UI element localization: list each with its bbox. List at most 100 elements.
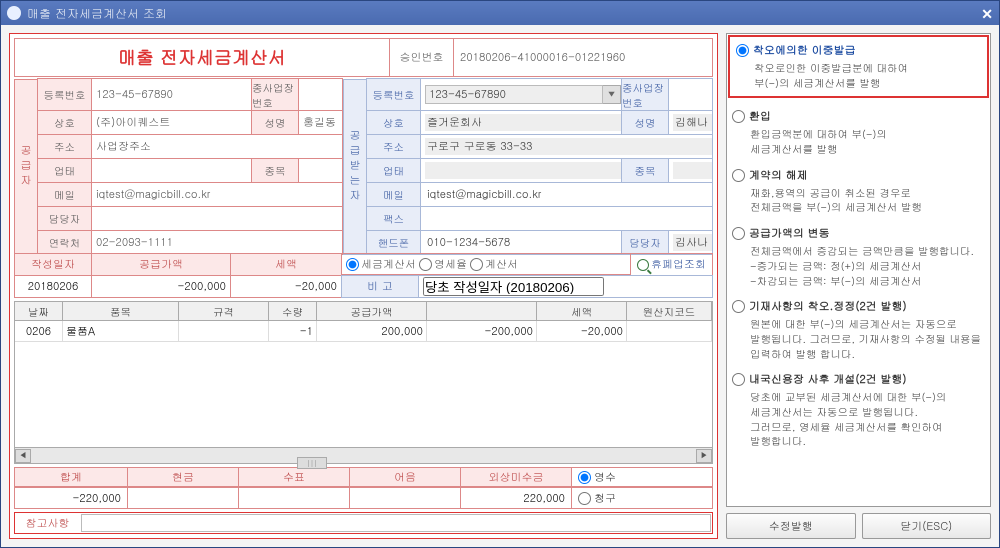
cell-supply[interactable]: 200,000: [317, 321, 427, 342]
option-local-lc[interactable]: 내국신용장 사후 개설(2건 발행): [732, 372, 985, 387]
buyer-fax-label: 팩스: [366, 206, 421, 231]
grid-header-spec: 규격: [179, 302, 269, 320]
option-return[interactable]: 환입: [732, 109, 985, 124]
doc-tax: -20,000: [230, 275, 342, 298]
supplier-mail-label: 메일: [37, 182, 92, 207]
total-cash: [127, 487, 239, 509]
buyer-item-label: 종목: [621, 158, 669, 183]
buyer-mgr-label: 담당자: [621, 230, 669, 255]
option-supply-change[interactable]: 공급가액의 변동: [732, 226, 985, 241]
app-icon: [7, 6, 21, 20]
supplier-reg-label: 등록번호: [37, 78, 92, 111]
buyer-ceo-label: 성명: [621, 110, 669, 135]
supplier-tel: 02-2093-1111: [91, 230, 343, 255]
total-check: [238, 487, 350, 509]
buyer-mgr-input[interactable]: [673, 234, 712, 251]
option-contract-cancel[interactable]: 계약의 해제: [732, 168, 985, 183]
chevron-down-icon[interactable]: ▼: [603, 85, 621, 104]
supplier-biz: [91, 158, 252, 183]
buyer-biz-input[interactable]: [425, 162, 621, 179]
reference-note-label: 참고사항: [15, 513, 80, 533]
revised-issue-button[interactable]: 수정발행: [726, 513, 856, 539]
radio-zero-rate[interactable]: 영세율: [419, 257, 467, 272]
supplier-item: [298, 158, 343, 183]
buyer-addr-input[interactable]: [425, 138, 712, 155]
horizontal-scrollbar[interactable]: ◀ ||| ▶: [14, 448, 713, 464]
options-panel: 착오에의한 이중발급 착오로인한 이중발급분에 대하여 부(-)의 세금계산서를…: [726, 33, 991, 507]
option-radio-2[interactable]: [732, 110, 745, 123]
cell-origin[interactable]: [627, 321, 712, 342]
supplier-biz-label: 업태: [37, 158, 92, 183]
supplier-mail: iqtest@magicbill.co.kr: [91, 182, 343, 207]
supplier-addr-label: 주소: [37, 134, 92, 159]
buyer-biz-label: 업태: [366, 158, 421, 183]
buyer-reg-input[interactable]: [425, 85, 603, 104]
radio-tax-invoice[interactable]: 세금계산서: [346, 257, 416, 272]
collection-type-group: 영수: [571, 467, 713, 487]
option-radio-4[interactable]: [732, 227, 745, 240]
buyer-section: 공급받는자: [343, 79, 367, 255]
doc-remark-label: 비 고: [341, 275, 419, 298]
options-selected-box: 착오에의한 이중발급 착오로인한 이중발급분에 대하여 부(-)의 세금계산서를…: [728, 35, 989, 98]
buyer-item-input[interactable]: [673, 162, 712, 179]
reference-note-input[interactable]: [81, 514, 711, 532]
option-radio-6[interactable]: [732, 373, 745, 386]
buyer-mail-input[interactable]: [425, 186, 712, 203]
buyer-branch-label: 종사업장번호: [621, 78, 669, 111]
buyer-hp-label: 핸드폰: [366, 230, 421, 255]
option-desc-6: 당초에 교부된 세금계산서에 대한 부(-)의 세금계산서는 자동으로 발행됩니…: [732, 390, 985, 449]
grid-header-supply2: [427, 302, 537, 320]
total-credit-label: 외상미수금: [460, 467, 572, 487]
option-radio-5[interactable]: [732, 300, 745, 313]
doc-tax-label: 세액: [230, 253, 342, 276]
doc-remark-input[interactable]: [423, 277, 604, 296]
buyer-ceo-input[interactable]: [673, 114, 712, 131]
supplier-addr: 사업장주소: [91, 134, 343, 159]
buyer-name-input[interactable]: [425, 114, 621, 131]
buyer-fax-input[interactable]: [425, 210, 712, 227]
total-note: [349, 487, 461, 509]
doc-supply-label: 공급가액: [91, 253, 231, 276]
scroll-thumb[interactable]: |||: [297, 457, 327, 469]
supplier-branch: [298, 78, 343, 111]
supplier-tel-label: 연락처: [37, 230, 92, 255]
buyer-name-label: 상호: [366, 110, 421, 135]
search-icon: [637, 259, 649, 271]
close-icon[interactable]: ✕: [981, 3, 993, 23]
close-button[interactable]: 닫기(ESC): [862, 513, 992, 539]
cell-tax[interactable]: -20,000: [537, 321, 627, 342]
cell-supply2[interactable]: -200,000: [427, 321, 537, 342]
cell-qty[interactable]: -1: [269, 321, 317, 342]
scroll-right-icon[interactable]: ▶: [696, 449, 712, 463]
grid-header-tax: 세액: [537, 302, 627, 320]
option-desc-1: 착오로인한 이중발급분에 대하여 부(-)의 세금계산서를 발행: [736, 61, 981, 90]
cell-item[interactable]: 물품A: [63, 321, 179, 342]
option-duplicate-issue[interactable]: 착오에의한 이중발급: [736, 43, 981, 58]
grid-body[interactable]: 0206 물품A -1 200,000 -200,000 -20,000: [14, 321, 713, 448]
titlebar[interactable]: 매출 전자세금계산서 조회 ✕: [1, 1, 999, 25]
buyer-branch: [668, 78, 713, 111]
business-status-lookup-button[interactable]: 휴폐업조회: [630, 253, 713, 276]
option-error-correction[interactable]: 기재사항의 착오.정정(2건 발행): [732, 299, 985, 314]
grid-header-supply: 공급가액: [317, 302, 427, 320]
option-radio-3[interactable]: [732, 169, 745, 182]
cell-date[interactable]: 0206: [15, 321, 63, 342]
buyer-hp-input[interactable]: [425, 234, 621, 251]
total-sum-label: 합계: [14, 467, 128, 487]
cell-spec[interactable]: [179, 321, 269, 342]
table-row[interactable]: 0206 물품A -1 200,000 -200,000 -20,000: [15, 321, 712, 342]
option-desc-5: 원본에 대한 부(-)의 세금계산서는 자동으로 발행됩니다. 그러므로, 기재…: [732, 317, 985, 361]
buyer-reg-combo[interactable]: ▼: [425, 85, 621, 104]
radio-receive[interactable]: 영수: [578, 470, 706, 485]
radio-bill[interactable]: 계산서: [470, 257, 518, 272]
option-radio-1[interactable]: [736, 44, 749, 57]
radio-claim[interactable]: 청구: [578, 491, 706, 506]
window-title: 매출 전자세금계산서 조회: [27, 5, 981, 22]
grid-header-qty: 수량: [269, 302, 317, 320]
supplier-item-label: 종목: [251, 158, 299, 183]
scroll-left-icon[interactable]: ◀: [15, 449, 31, 463]
total-cash-label: 현금: [127, 467, 239, 487]
option-desc-4: 전체금액에서 증감되는 금액만큼을 발행합니다. -증가되는 금액: 정(+)의…: [732, 244, 985, 288]
supplier-ceo-label: 성명: [251, 110, 299, 135]
supplier-branch-label: 종사업장번호: [251, 78, 299, 111]
